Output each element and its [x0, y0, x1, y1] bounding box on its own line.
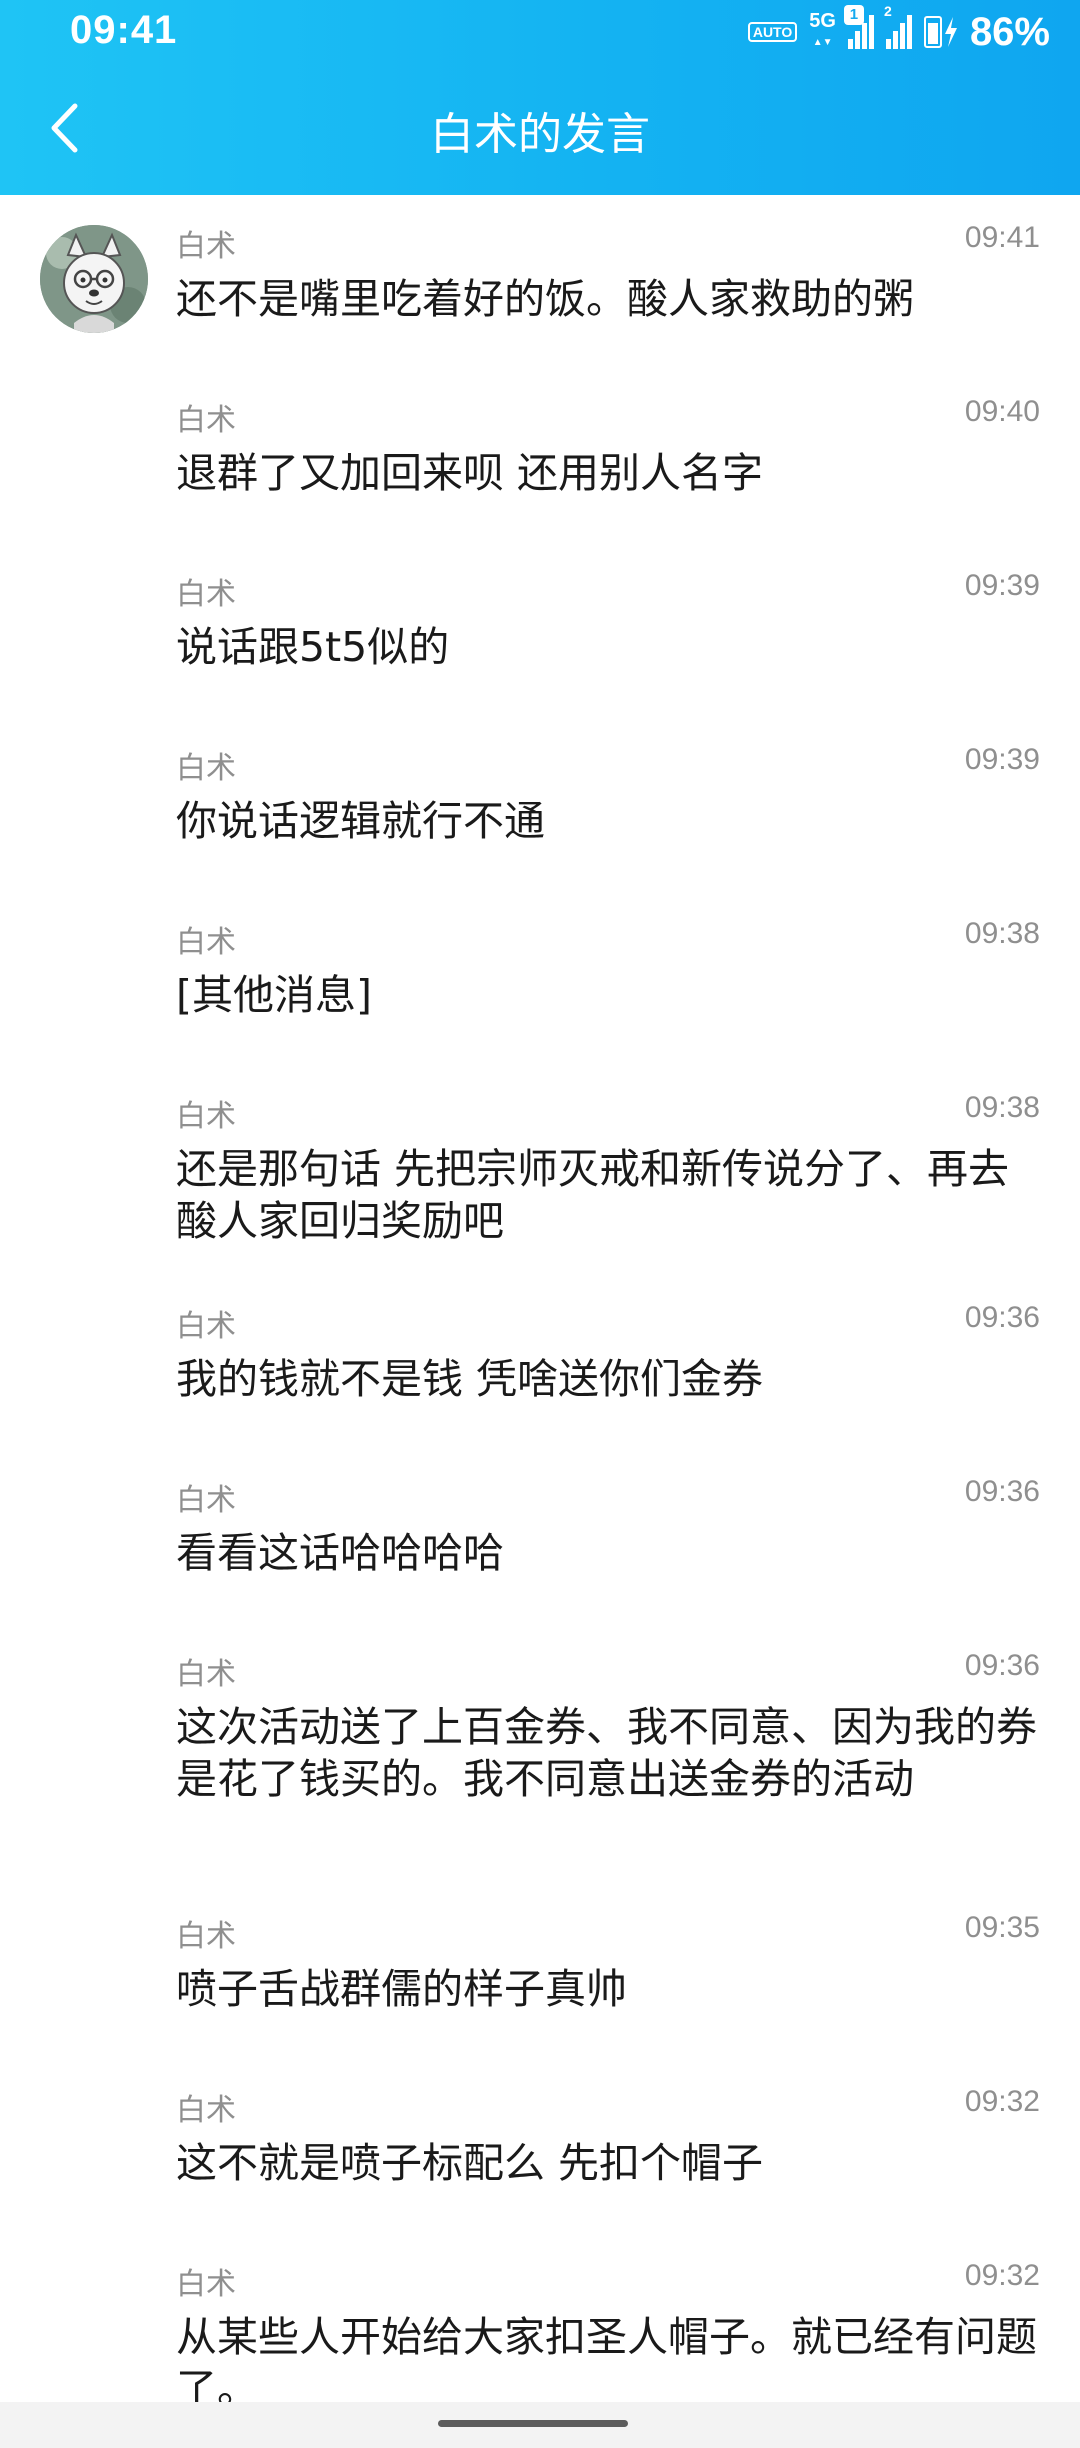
- message-text: 退群了又加回来呗 还用别人名字: [176, 449, 764, 497]
- message-time: 09:36: [964, 1649, 1040, 1682]
- list-item[interactable]: 白术 09:40 退群了又加回来呗 还用别人名字: [0, 369, 1080, 543]
- signal-sim2-icon: 2: [884, 3, 912, 49]
- list-item[interactable]: 白术 09:39 说话跟5t5似的: [0, 543, 1080, 717]
- message-time: 09:32: [964, 2085, 1040, 2118]
- message-time: 09:38: [964, 1091, 1040, 1124]
- sender-name: 白术: [176, 751, 236, 786]
- battery-charging-icon: [923, 16, 958, 48]
- sim2-badge: 2: [883, 3, 892, 19]
- network-5g-icon: 5G ▲▼: [809, 10, 836, 48]
- app-header: 09:41 AUTO 5G ▲▼ 1 2 86% 白术的发言: [0, 0, 1080, 195]
- sender-name: 白术: [176, 403, 236, 438]
- message-time: 09:39: [964, 743, 1040, 776]
- message-text: 还不是嘴里吃着好的饭。酸人家救助的粥: [176, 275, 914, 323]
- message-text: 说话跟5t5似的: [176, 623, 450, 671]
- message-text: [其他消息]: [176, 971, 372, 1019]
- message-text: 这次活动送了上百金券、我不同意、因为我的券是花了钱买的。我不同意出送金券的活动: [176, 1703, 1037, 1803]
- sender-name: 白术: [176, 1657, 236, 1692]
- message-text: 这不就是喷子标配么 先扣个帽子: [176, 2139, 764, 2187]
- message-time: 09:39: [964, 569, 1040, 602]
- network-label: 5G: [809, 10, 836, 32]
- message-text: 还是那句话 先把宗师灭戒和新传说分了、再去酸人家回归奖励吧: [176, 1145, 1010, 1245]
- signal-sim1-icon: 1: [843, 5, 874, 49]
- sender-name: 白术: [176, 2267, 236, 2302]
- status-bar: 09:41 AUTO 5G ▲▼ 1 2 86%: [0, 0, 1080, 64]
- list-item[interactable]: 白术 09:36 这次活动送了上百金券、我不同意、因为我的券是花了钱买的。我不同…: [0, 1623, 1080, 1885]
- message-text: 看看这话哈哈哈哈: [176, 1529, 504, 1577]
- message-list[interactable]: 白术 09:41 还不是嘴里吃着好的饭。酸人家救助的粥 白术 09:40 退群了…: [0, 195, 1080, 2443]
- battery-percent: 86%: [969, 9, 1050, 54]
- message-text: 我的钱就不是钱 凭啥送你们金券: [176, 1355, 764, 1403]
- message-time: 09:32: [964, 2259, 1040, 2292]
- list-item[interactable]: 白术 09:36 我的钱就不是钱 凭啥送你们金券: [0, 1275, 1080, 1449]
- page-title: 白术的发言: [430, 109, 650, 160]
- sender-name: 白术: [176, 1309, 236, 1344]
- message-time: 09:35: [964, 1911, 1040, 1944]
- message-time: 09:36: [964, 1301, 1040, 1334]
- message-time: 09:38: [964, 917, 1040, 950]
- home-indicator[interactable]: [438, 2420, 628, 2427]
- sender-name: 白术: [176, 577, 236, 612]
- sender-name: 白术: [176, 1483, 236, 1518]
- message-text: 从某些人开始给大家扣圣人帽子。就已经有问题了。: [176, 2313, 1037, 2413]
- sender-name: 白术: [176, 1099, 236, 1134]
- list-item[interactable]: 白术 09:39 你说话逻辑就行不通: [0, 717, 1080, 891]
- list-item[interactable]: 白术 09:32 这不就是喷子标配么 先扣个帽子: [0, 2059, 1080, 2233]
- list-item[interactable]: 白术 09:38 [其他消息]: [0, 891, 1080, 1065]
- status-time: 09:41: [70, 8, 178, 52]
- navigation-bar: [0, 2402, 1080, 2448]
- sender-name: 白术: [176, 925, 236, 960]
- sender-name: 白术: [176, 229, 236, 264]
- sender-name: 白术: [176, 2093, 236, 2128]
- auto-brightness-icon: AUTO: [747, 22, 798, 42]
- message-time: 09:40: [964, 395, 1040, 428]
- list-item[interactable]: 白术 09:41 还不是嘴里吃着好的饭。酸人家救助的粥: [0, 195, 1080, 369]
- sim1-badge: 1: [843, 5, 864, 25]
- message-time: 09:41: [964, 221, 1040, 254]
- list-item[interactable]: 白术 09:38 还是那句话 先把宗师灭戒和新传说分了、再去酸人家回归奖励吧: [0, 1065, 1080, 1275]
- status-icons: AUTO 5G ▲▼ 1 2 86%: [747, 3, 1050, 56]
- message-text: 喷子舌战群儒的样子真帅: [176, 1965, 627, 2013]
- sender-name: 白术: [176, 1919, 236, 1954]
- avatar[interactable]: [40, 225, 148, 333]
- list-item[interactable]: 白术 09:35 喷子舌战群儒的样子真帅: [0, 1885, 1080, 2059]
- message-text: 你说话逻辑就行不通: [176, 797, 545, 845]
- list-item[interactable]: 白术 09:36 看看这话哈哈哈哈: [0, 1449, 1080, 1623]
- message-time: 09:36: [964, 1475, 1040, 1508]
